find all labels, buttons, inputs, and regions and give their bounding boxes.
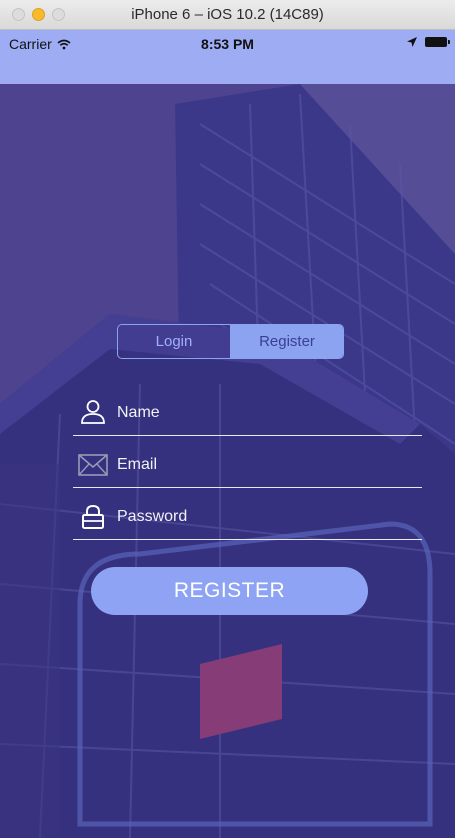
email-input[interactable] <box>117 451 413 479</box>
envelope-icon <box>78 454 108 476</box>
status-time: 8:53 PM <box>201 36 254 52</box>
lock-icon <box>82 504 104 529</box>
device-screen: Carrier 8:53 PM Login Register Name Emai… <box>0 30 455 838</box>
battery-icon <box>425 37 450 47</box>
email-field <box>73 444 422 488</box>
person-icon <box>81 400 105 424</box>
register-button[interactable]: REGISTER <box>91 567 368 615</box>
status-indicators <box>407 37 450 47</box>
password-input[interactable] <box>117 503 413 531</box>
segment-login[interactable]: Login <box>118 325 231 358</box>
password-field <box>73 496 422 540</box>
location-arrow-icon <box>407 37 417 47</box>
name-input[interactable] <box>117 399 413 427</box>
segment-register[interactable]: Register <box>231 325 343 358</box>
status-bar: Carrier 8:53 PM <box>0 30 455 84</box>
name-field <box>73 392 422 436</box>
window-title: iPhone 6 – iOS 10.2 (14C89) <box>131 6 324 23</box>
simulator-title-bar: iPhone 6 – iOS 10.2 (14C89) <box>0 0 455 30</box>
login-register-segmented-control: Login Register <box>117 324 344 359</box>
